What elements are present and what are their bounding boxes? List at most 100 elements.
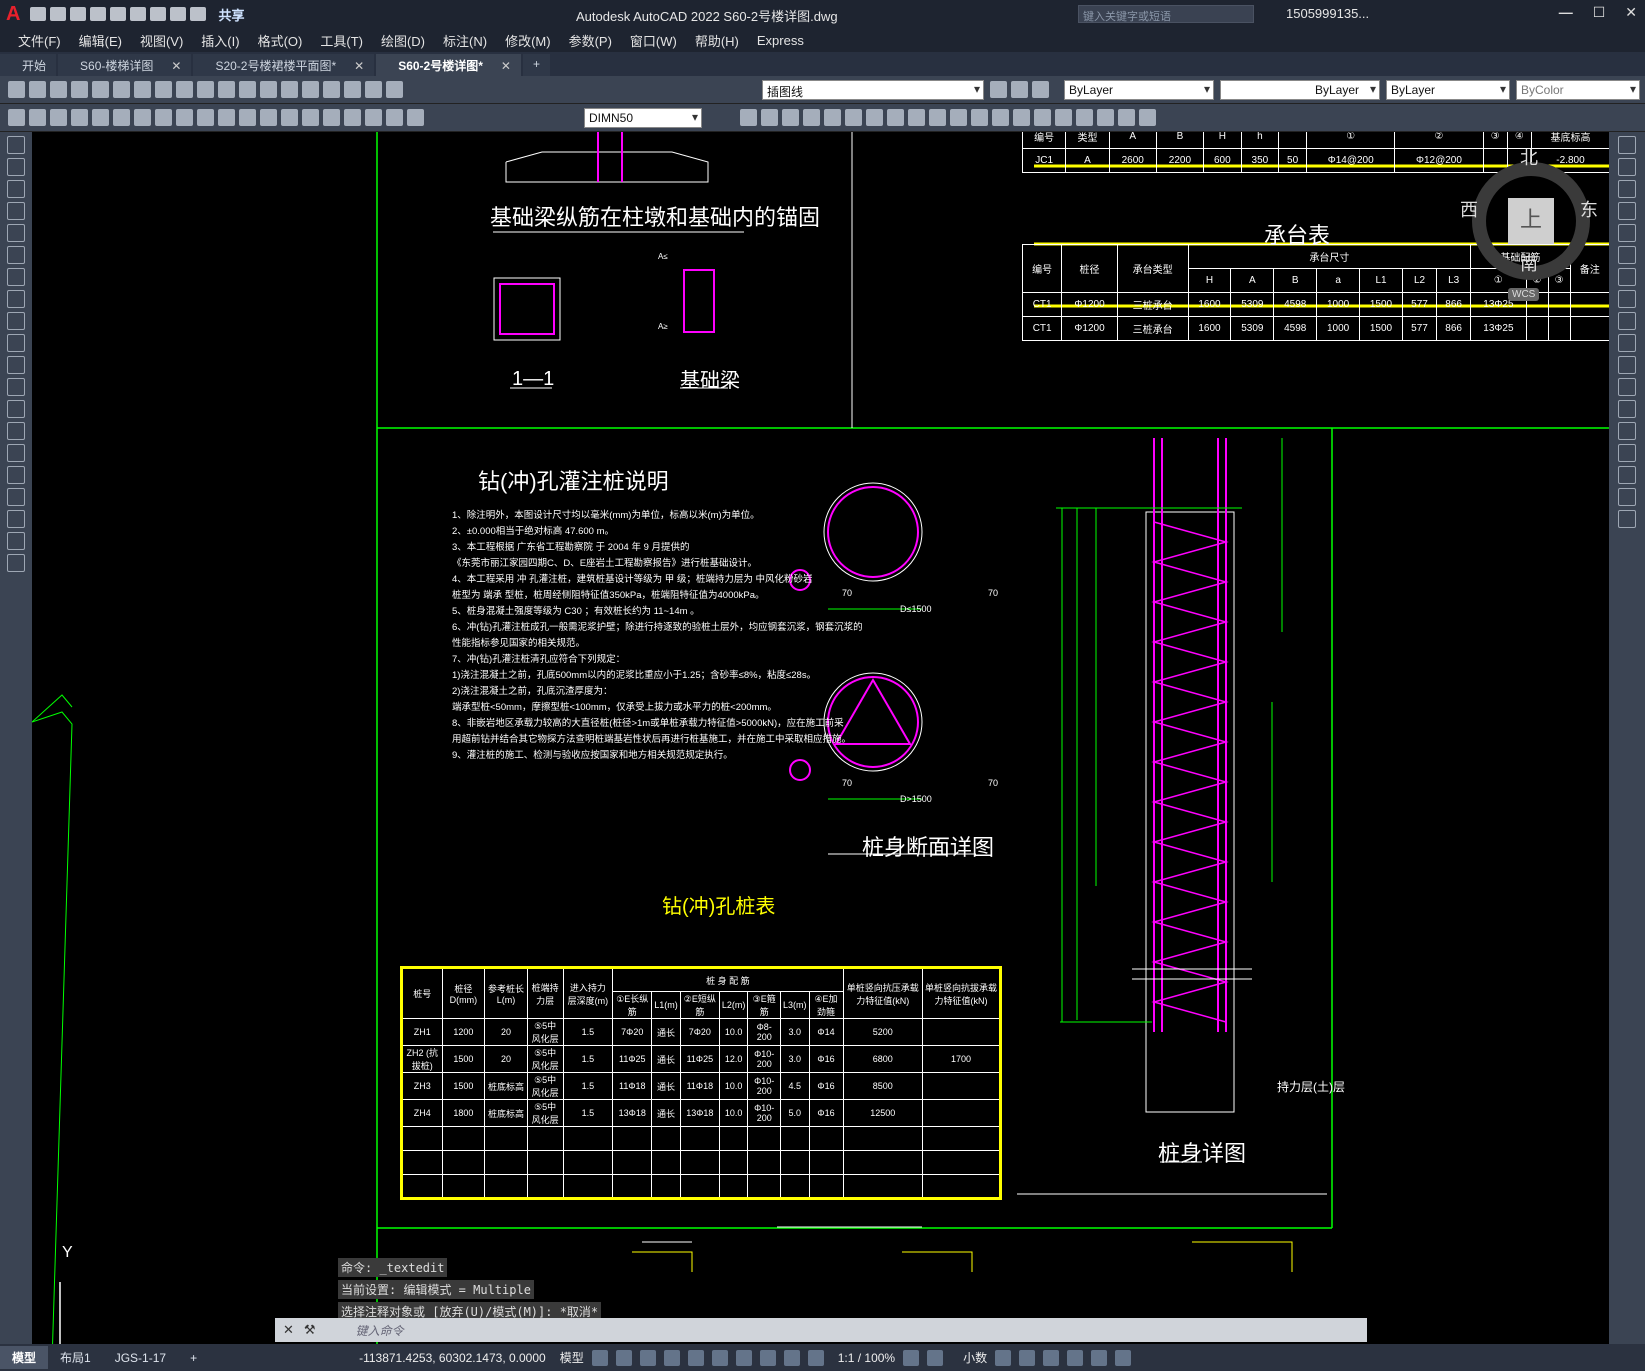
search-input[interactable]: 键入关键字或短语 (1078, 5, 1254, 23)
jogged-linear-icon[interactable] (344, 109, 361, 126)
transparency-icon[interactable] (759, 1349, 776, 1366)
new-file-icon[interactable] (30, 7, 47, 21)
menu-item-1[interactable]: 编辑(E) (79, 31, 122, 50)
redo-icon[interactable] (190, 7, 207, 21)
compass-west[interactable]: 西 (1460, 196, 1478, 222)
rotate-icon[interactable] (845, 109, 862, 126)
break-icon[interactable] (1618, 400, 1636, 418)
zoom-icon[interactable] (260, 81, 277, 98)
add-selected-icon[interactable] (7, 554, 25, 572)
print-icon[interactable] (150, 7, 167, 21)
break-icon[interactable] (950, 109, 967, 126)
array-icon[interactable] (1618, 224, 1636, 242)
table-icon[interactable] (7, 510, 25, 528)
hatch-icon[interactable] (7, 444, 25, 462)
dim-jogged-icon[interactable] (113, 109, 130, 126)
menu-item-9[interactable]: 参数(P) (569, 31, 612, 50)
chamfer-icon[interactable] (1618, 444, 1636, 462)
maximize-icon[interactable]: ☐ (1593, 4, 1606, 21)
point-icon[interactable] (7, 422, 25, 440)
match-icon[interactable] (176, 81, 193, 98)
spline-icon[interactable] (7, 312, 25, 330)
menu-item-3[interactable]: 插入(I) (201, 31, 239, 50)
menu-item-5[interactable]: 工具(T) (320, 31, 363, 50)
scale-icon[interactable] (866, 109, 883, 126)
snap-icon[interactable] (615, 1349, 632, 1366)
model-space-button[interactable]: 模型 (560, 1349, 584, 1366)
dim-text-edit-icon[interactable] (386, 109, 403, 126)
tab-s20-plan[interactable]: S20-2号楼裙楼平面图* ✕ (193, 54, 375, 76)
customize-cmd-icon[interactable]: ⚒ (304, 1322, 316, 1338)
annotation-scale[interactable]: 1:1 / 100% (838, 1351, 895, 1365)
minimize-icon[interactable]: — (1559, 4, 1573, 21)
join-icon[interactable] (1618, 422, 1636, 440)
customize-icon[interactable] (1115, 1349, 1132, 1366)
plus-icon[interactable] (927, 1349, 944, 1366)
copy-obj-icon[interactable] (740, 109, 757, 126)
new-tab-button[interactable]: + (522, 54, 550, 76)
dim-angular-icon[interactable] (155, 109, 172, 126)
close-icon[interactable]: ✕ (1625, 4, 1637, 21)
dim-space-icon[interactable] (239, 109, 256, 126)
save-icon[interactable] (50, 81, 67, 98)
help-icon[interactable] (365, 81, 382, 98)
dim-ordinate-icon[interactable] (71, 109, 88, 126)
plotstyle-dropdown[interactable]: ByColor (1516, 80, 1640, 100)
region-icon[interactable] (1139, 109, 1156, 126)
undo-icon[interactable] (170, 7, 187, 21)
offset-icon[interactable] (782, 109, 799, 126)
move-icon[interactable] (1618, 246, 1636, 264)
menu-item-12[interactable]: Express (757, 33, 804, 48)
arc-icon[interactable] (7, 246, 25, 264)
gradient-icon[interactable] (7, 466, 25, 484)
lineweight-icon[interactable] (735, 1349, 752, 1366)
layer-previous-icon[interactable] (990, 81, 1007, 98)
plot-icon[interactable] (71, 81, 88, 98)
ortho-icon[interactable] (639, 1349, 656, 1366)
mirror-icon[interactable] (761, 109, 778, 126)
erase-icon[interactable] (1618, 136, 1636, 154)
menu-item-0[interactable]: 文件(F) (18, 31, 61, 50)
save-as-icon[interactable] (90, 7, 107, 21)
quick-properties-icon[interactable] (995, 1349, 1012, 1366)
command-line[interactable]: ✕ ⚒ 键入命令 (275, 1318, 1367, 1342)
rotate-icon[interactable] (1618, 268, 1636, 286)
tab-s60-detail[interactable]: S60-2号楼详图* ✕ (376, 54, 521, 76)
cut-icon[interactable] (113, 81, 130, 98)
dim-continue-icon[interactable] (218, 109, 235, 126)
workspace-gear-icon[interactable] (903, 1349, 920, 1366)
copy-icon[interactable] (134, 81, 151, 98)
blend-icon[interactable] (1618, 488, 1636, 506)
properties-icon[interactable] (281, 81, 298, 98)
region-icon[interactable] (7, 488, 25, 506)
layer-iso-icon[interactable] (1032, 81, 1049, 98)
ellipse-arc-icon[interactable] (7, 356, 25, 374)
insert-icon[interactable] (1097, 109, 1114, 126)
layout-tab-model[interactable]: 模型 (0, 1346, 49, 1369)
grid-icon[interactable] (591, 1349, 608, 1366)
save-icon[interactable] (70, 7, 87, 21)
linetype-dropdown[interactable]: ByLayer (1220, 80, 1380, 100)
dim-break-icon[interactable] (260, 109, 277, 126)
new-icon[interactable] (8, 81, 25, 98)
tolerance-icon[interactable] (281, 109, 298, 126)
layout-tab-jgs[interactable]: JGS-1-17 (103, 1348, 178, 1368)
revcloud-icon[interactable] (7, 290, 25, 308)
extend-icon[interactable] (929, 109, 946, 126)
stretch-icon[interactable] (1618, 312, 1636, 330)
xline-icon[interactable] (7, 158, 25, 176)
open-file-icon[interactable] (50, 7, 67, 21)
pan-icon[interactable] (239, 81, 256, 98)
erase-icon[interactable] (1034, 109, 1051, 126)
dim-radius-icon[interactable] (92, 109, 109, 126)
compass-north[interactable]: 北 (1520, 144, 1538, 170)
mirror-icon[interactable] (1618, 180, 1636, 198)
layer-states-icon[interactable] (1011, 81, 1028, 98)
dim-diameter-icon[interactable] (134, 109, 151, 126)
compass-east[interactable]: 东 (1580, 196, 1598, 222)
osnap-icon[interactable] (687, 1349, 704, 1366)
hatch-icon[interactable] (1118, 109, 1135, 126)
join-icon[interactable] (1055, 109, 1072, 126)
fillet-icon[interactable] (1618, 466, 1636, 484)
stretch-icon[interactable] (887, 109, 904, 126)
